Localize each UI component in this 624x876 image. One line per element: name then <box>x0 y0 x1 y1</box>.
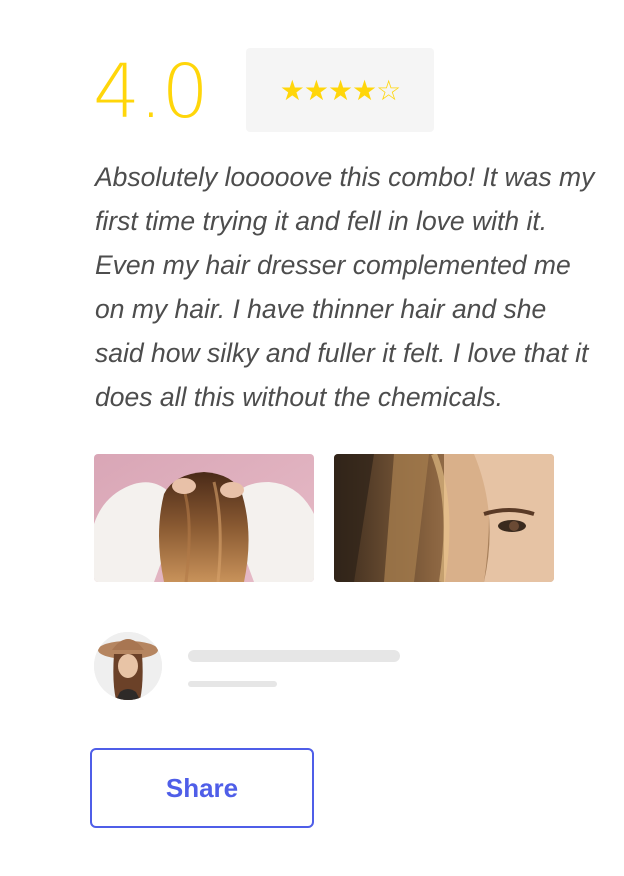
reviewer-avatar-image <box>94 632 162 700</box>
share-button[interactable]: Share <box>90 748 314 828</box>
rating-score: 4.0 <box>93 49 209 135</box>
hair-back-image <box>94 454 314 582</box>
review-meta-placeholder <box>188 681 277 687</box>
review-photo-1[interactable] <box>94 454 314 582</box>
review-text: Absolutely looooove this combo! It was m… <box>95 162 595 412</box>
review-photo-2[interactable] <box>334 454 554 582</box>
star-rating: ★★★★☆ <box>246 48 434 132</box>
face-closeup-image <box>334 454 554 582</box>
reviewer-avatar[interactable] <box>94 632 162 700</box>
reviewer-name-placeholder <box>188 650 400 662</box>
